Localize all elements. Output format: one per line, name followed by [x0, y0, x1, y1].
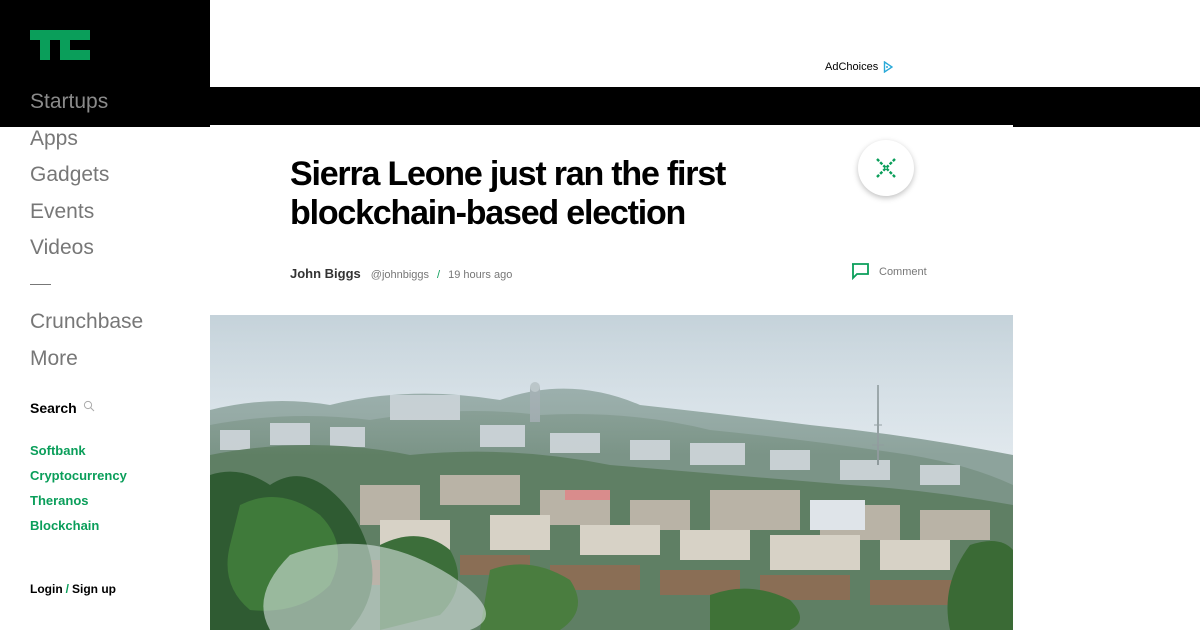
publish-time: 19 hours ago [448, 269, 513, 281]
adchoices-label[interactable]: AdChoices [825, 61, 878, 73]
main-nav: Startups Apps Gadgets Events Videos Crun… [30, 84, 210, 377]
nav-item-videos[interactable]: Videos [30, 230, 210, 267]
header-band [210, 87, 1200, 127]
nav-item-crunchbase[interactable]: Crunchbase [30, 304, 210, 341]
sidebar: Startups Apps Gadgets Events Videos Crun… [0, 0, 210, 630]
tag-cryptocurrency[interactable]: Cryptocurrency [30, 463, 127, 488]
close-button[interactable] [858, 140, 914, 196]
tag-softbank[interactable]: Softbank [30, 438, 127, 463]
nav-item-events[interactable]: Events [30, 194, 210, 231]
logo-icon[interactable] [30, 30, 90, 60]
byline-separator: / [437, 269, 441, 281]
auth-links: Login / Sign up [30, 582, 116, 596]
search-link[interactable]: Search [30, 400, 95, 416]
search-label[interactable]: Search [30, 400, 77, 416]
nav-divider [30, 283, 51, 285]
signup-link[interactable]: Sign up [72, 582, 116, 596]
tag-theranos[interactable]: Theranos [30, 488, 127, 513]
author-name[interactable]: John Biggs [290, 266, 361, 281]
ad-banner: AdChoices [210, 0, 1200, 87]
byline: John Biggs @johnbiggs / 19 hours ago [290, 266, 512, 281]
login-link[interactable]: Login [30, 582, 63, 596]
search-icon[interactable] [83, 400, 95, 412]
article-title: Sierra Leone just ran the first blockcha… [290, 155, 726, 232]
tag-blockchain[interactable]: Blockchain [30, 513, 127, 538]
trending-tags: Softbank Cryptocurrency Theranos Blockch… [30, 438, 127, 538]
author-handle[interactable]: @johnbiggs [371, 269, 429, 281]
nav-item-gadgets[interactable]: Gadgets [30, 157, 210, 194]
adchoices-icon[interactable] [883, 61, 894, 73]
auth-separator: / [65, 582, 69, 596]
comment-icon[interactable] [851, 263, 869, 280]
close-icon[interactable] [874, 156, 898, 180]
hero-image [210, 315, 1013, 630]
nav-item-apps[interactable]: Apps [30, 121, 210, 158]
comment-label[interactable]: Comment [879, 266, 927, 278]
nav-item-more[interactable]: More [30, 341, 210, 378]
comment-button[interactable]: Comment [851, 263, 927, 280]
adchoices-link[interactable]: AdChoices [825, 61, 894, 73]
nav-item-startups[interactable]: Startups [30, 84, 210, 121]
hero-image-scene [210, 315, 1013, 630]
